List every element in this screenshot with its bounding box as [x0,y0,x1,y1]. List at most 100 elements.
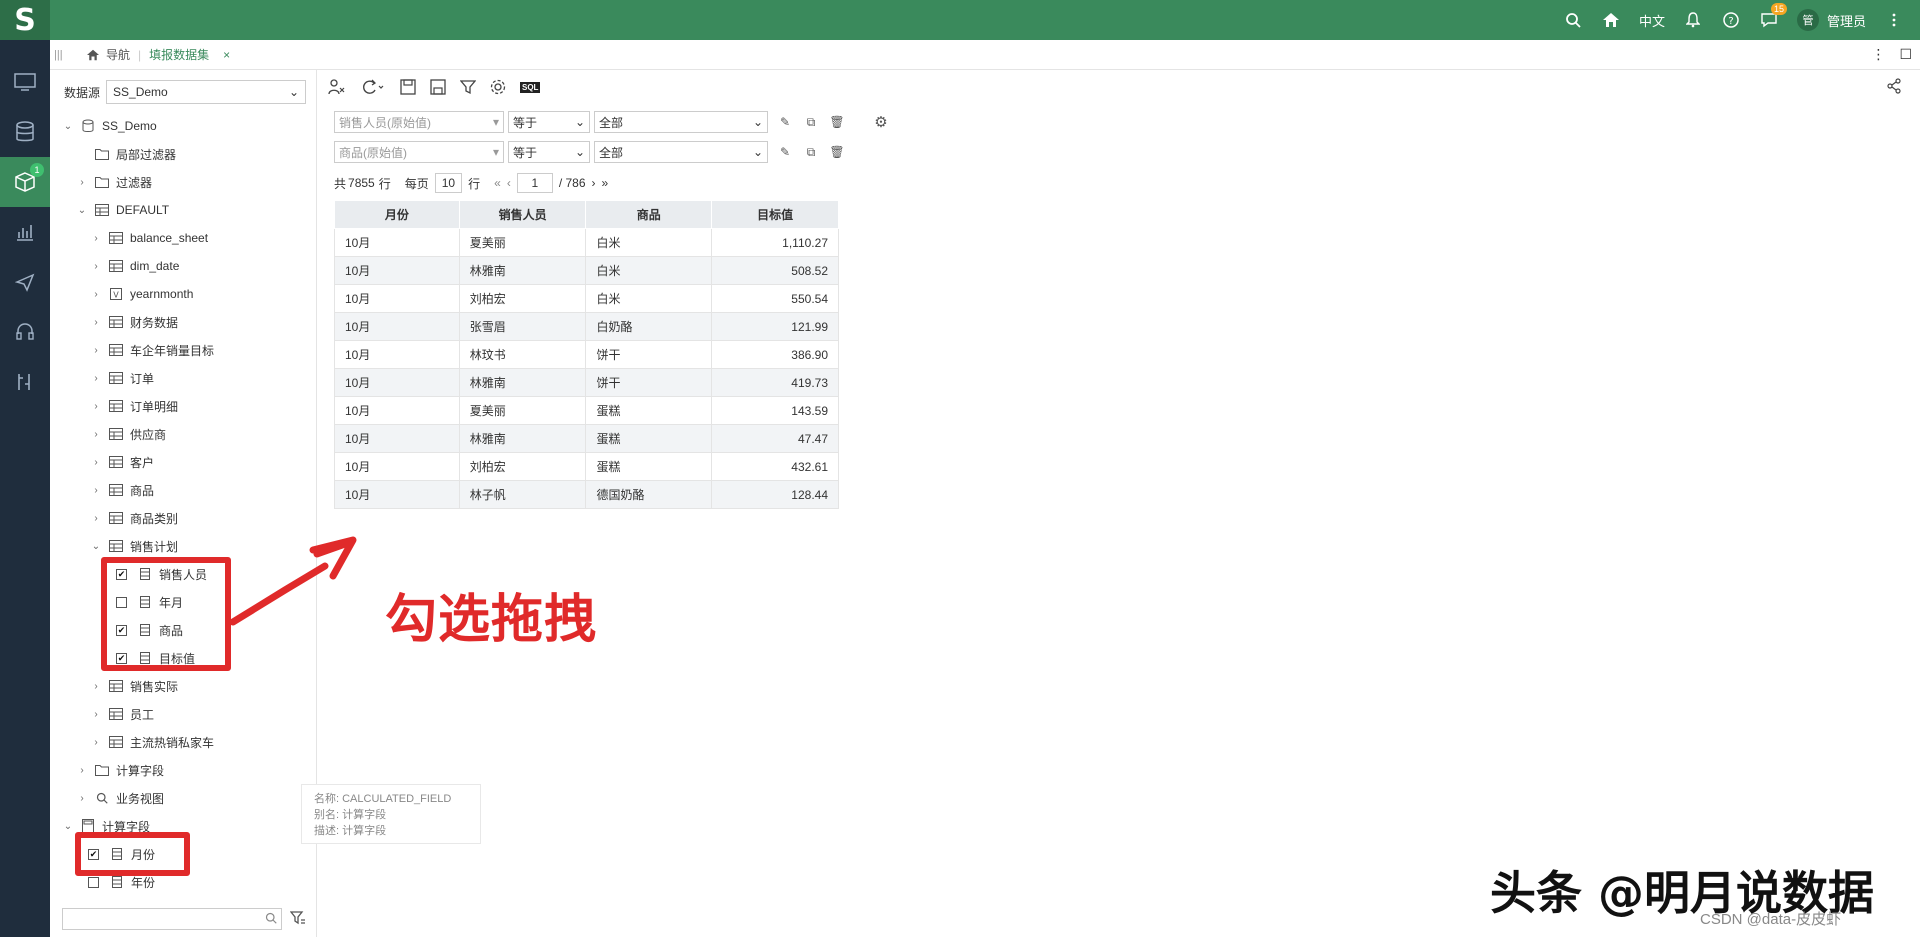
table-cell[interactable]: 白米 [585,228,713,257]
chart-icon[interactable] [0,207,50,257]
table-cell[interactable]: 121.99 [711,312,839,341]
send-icon[interactable] [0,257,50,307]
chevron-right-icon[interactable]: › [90,345,102,356]
tree-node-table[interactable]: › 车企年销量目标 [50,336,316,364]
table-row[interactable]: 10月 刘柏宏 蛋糕 432.61 [334,452,839,481]
tree-node-table[interactable]: › dim_date [50,252,316,280]
tree-node-calc-folder[interactable]: › 计算字段 [50,756,316,784]
message-icon[interactable]: 15 [1759,3,1787,30]
table-cell[interactable]: 10月 [334,284,460,313]
tree-search-input[interactable] [62,908,282,930]
per-page-input[interactable]: 10 [434,173,463,193]
checkbox[interactable] [88,876,99,888]
save-icon[interactable] [400,79,416,95]
chevron-right-icon[interactable]: › [90,233,102,244]
first-page-icon[interactable]: « [494,176,501,190]
table-cell[interactable]: 林子帆 [458,480,587,509]
filter-field-select[interactable]: 商品(原始值) ▾ [334,141,504,163]
table-row[interactable]: 10月 林雅南 蛋糕 47.47 [334,424,839,453]
home-icon[interactable] [1601,10,1621,30]
dataset-icon[interactable]: 1 [0,157,50,207]
tree-node-filter[interactable]: › 过滤器 [50,168,316,196]
table-cell[interactable]: 550.54 [711,284,839,313]
tree-node-table[interactable]: › 供应商 [50,420,316,448]
table-row[interactable]: 10月 林雅南 饼干 419.73 [334,368,839,397]
tree-node-table[interactable]: › 客户 [50,448,316,476]
datasource-select[interactable]: SS_Demo ⌄ [106,80,307,104]
settings-icon[interactable] [490,79,506,95]
column-header[interactable]: 月份 [334,200,460,229]
tree-node-table[interactable]: › Vyearnmonth [50,280,316,308]
table-cell[interactable]: 10月 [334,480,460,509]
gear-icon[interactable]: ⚙ [872,113,890,131]
column-header[interactable]: 目标值 [711,200,839,229]
table-cell[interactable]: 蛋糕 [585,396,713,425]
filter-operator-select[interactable]: 等于 ⌄ [508,111,590,133]
chevron-right-icon[interactable]: › [90,709,102,720]
table-cell[interactable]: 47.47 [711,424,839,453]
table-cell[interactable]: 10月 [334,256,460,285]
maximize-icon[interactable]: ☐ [1899,46,1912,63]
table-row[interactable]: 10月 夏美丽 白米 1,110.27 [334,228,839,257]
table-cell[interactable]: 林雅南 [458,368,587,397]
tab-nav[interactable]: 导航 [78,46,138,63]
more-vertical-icon[interactable]: ⋮ [1871,46,1885,63]
table-row[interactable]: 10月 林雅南 白米 508.52 [334,256,839,285]
table-cell[interactable]: 10月 [334,424,460,453]
table-cell[interactable]: 10月 [334,312,460,341]
table-cell[interactable]: 刘柏宏 [458,452,587,481]
table-cell[interactable]: 德国奶酪 [585,480,713,509]
chevron-right-icon[interactable]: › [90,457,102,468]
table-cell[interactable]: 白米 [585,256,713,285]
table-cell[interactable]: 林雅南 [458,256,587,285]
tree-node-root[interactable]: ⌄ SS_Demo [50,112,316,140]
sql-icon[interactable]: SQL [520,81,541,93]
filter-value-select[interactable]: 全部 ⌄ [594,141,768,163]
tree-node-table[interactable]: › 订单明细 [50,392,316,420]
app-logo[interactable]: S [0,0,50,40]
edit-icon[interactable]: ✎ [776,113,794,131]
table-cell[interactable]: 10月 [334,368,460,397]
support-icon[interactable] [0,307,50,357]
copy-icon[interactable]: ⧉ [802,143,820,161]
database-icon[interactable] [0,107,50,157]
chevron-right-icon[interactable]: › [90,401,102,412]
table-row[interactable]: 10月 夏美丽 蛋糕 143.59 [334,396,839,425]
tools-icon[interactable] [0,357,50,407]
filter-operator-select[interactable]: 等于 ⌄ [508,141,590,163]
chevron-right-icon[interactable]: › [76,793,88,804]
table-row[interactable]: 10月 林玟书 饼干 386.90 [334,340,839,369]
column-header[interactable]: 商品 [585,200,713,229]
table-row[interactable]: 10月 林子帆 德国奶酪 128.44 [334,480,839,509]
table-row[interactable]: 10月 张雪眉 白奶酪 121.99 [334,312,839,341]
table-cell[interactable]: 1,110.27 [711,228,839,257]
chevron-right-icon[interactable]: › [90,429,102,440]
chevron-right-icon[interactable]: › [90,317,102,328]
table-cell[interactable]: 508.52 [711,256,839,285]
tree-node-table[interactable]: › 财务数据 [50,308,316,336]
close-icon[interactable]: × [223,48,230,62]
tree-node-biz-view[interactable]: › 业务视图 [50,784,316,812]
table-cell[interactable]: 张雪眉 [458,312,587,341]
page-input[interactable]: 1 [516,173,553,193]
chevron-down-icon[interactable]: ⌄ [76,205,88,216]
drag-handle-icon[interactable]: ||| [54,49,70,61]
refresh-icon[interactable] [360,78,386,96]
tree-node-table[interactable]: › 销售实际 [50,672,316,700]
table-cell[interactable]: 蛋糕 [585,424,713,453]
column-header[interactable]: 销售人员 [458,200,587,229]
help-icon[interactable]: ? [1721,10,1741,30]
tree-node-table[interactable]: › 订单 [50,364,316,392]
table-cell[interactable]: 419.73 [711,368,839,397]
tree-node-table[interactable]: › 员工 [50,700,316,728]
chevron-right-icon[interactable]: › [90,373,102,384]
save-as-icon[interactable] [430,79,446,95]
filter-field-select[interactable]: 销售人员(原始值) ▾ [334,111,504,133]
user-field-icon[interactable] [328,78,346,96]
table-cell[interactable]: 10月 [334,452,460,481]
username[interactable]: 管理员 [1827,11,1866,30]
table-cell[interactable]: 128.44 [711,480,839,509]
tree-node-table[interactable]: › balance_sheet [50,224,316,252]
search-icon[interactable] [1563,10,1583,30]
table-cell[interactable]: 林玟书 [458,340,587,369]
